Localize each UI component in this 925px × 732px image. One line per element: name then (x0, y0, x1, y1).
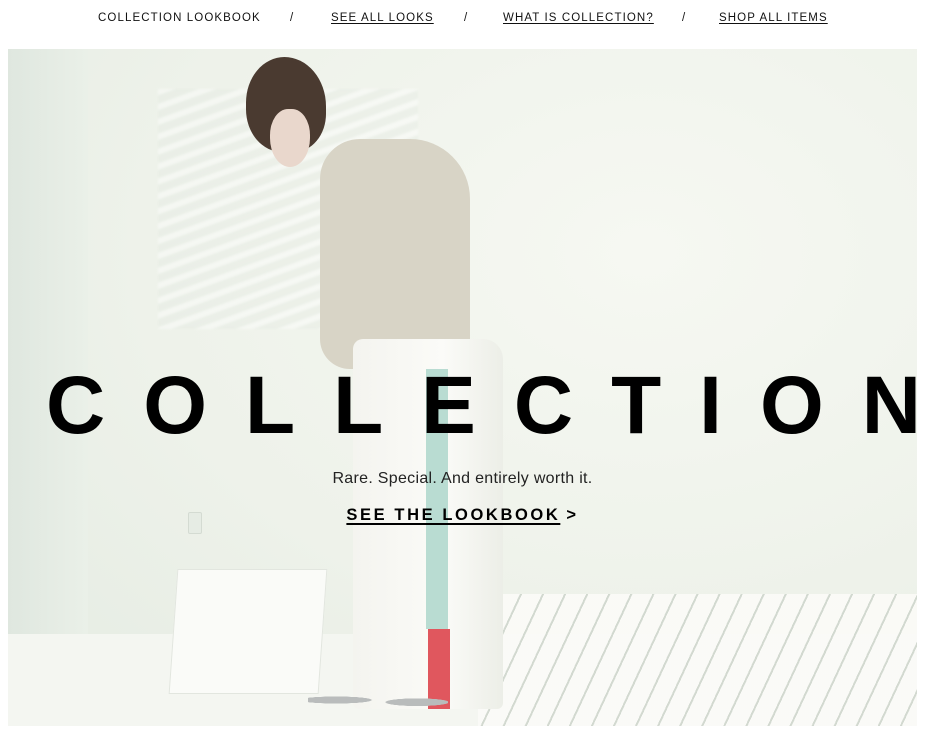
model-sweater (320, 139, 470, 369)
nav-separator: / (682, 12, 687, 24)
model-shoes (308, 689, 448, 711)
nav-separator: / (290, 12, 295, 24)
cta-label: SEE THE LOOKBOOK (346, 506, 561, 524)
hero-headline: COLLECTION (46, 360, 925, 451)
hero-white-box (168, 569, 328, 694)
hero-tagline: Rare. Special. And entirely worth it. (332, 470, 593, 487)
nav-see-all-looks-link[interactable]: SEE ALL LOOKS (331, 12, 434, 24)
nav-shop-all-items-link[interactable]: SHOP ALL ITEMS (719, 12, 828, 24)
hero-floor-slats (478, 594, 917, 726)
nav-what-is-collection-link[interactable]: WHAT IS COLLECTION? (503, 12, 654, 24)
top-navigation: COLLECTION LOOKBOOK / SEE ALL LOOKS / WH… (0, 0, 925, 40)
see-the-lookbook-link[interactable]: SEE THE LOOKBOOK > (8, 506, 917, 525)
model-face (270, 109, 310, 167)
nav-separator: / (464, 12, 469, 24)
nav-collection-lookbook: COLLECTION LOOKBOOK (98, 12, 261, 24)
chevron-right-icon: > (566, 506, 579, 524)
